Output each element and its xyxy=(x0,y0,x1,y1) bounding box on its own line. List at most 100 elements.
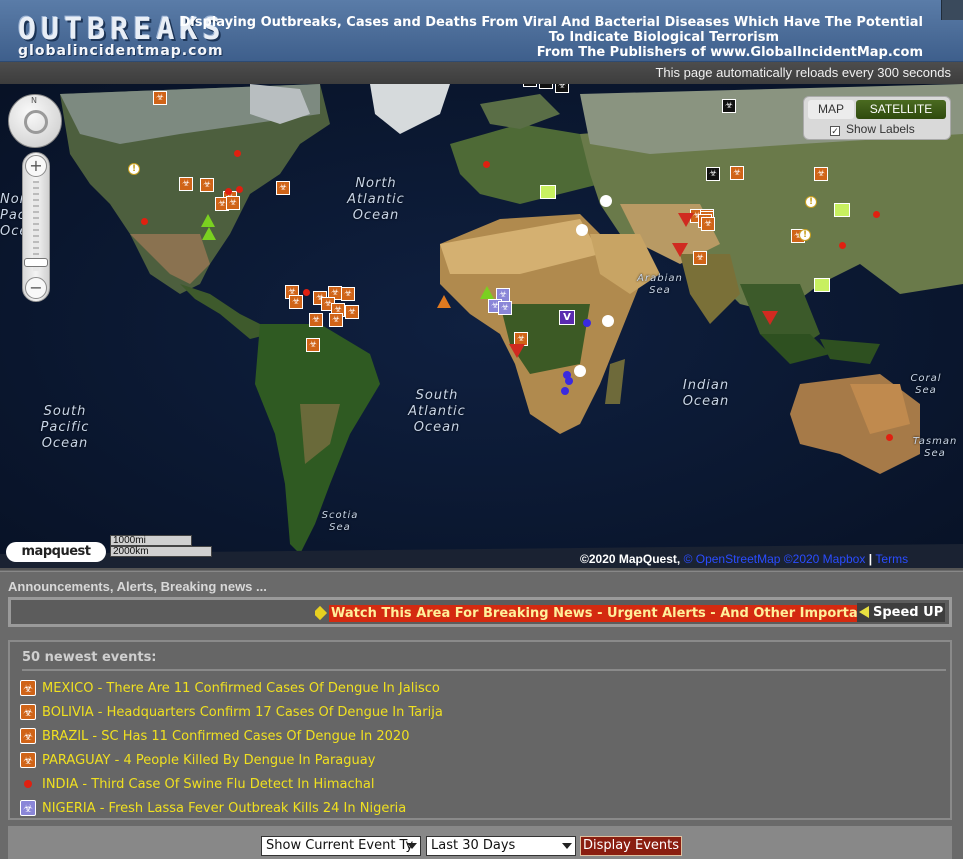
news-ticker[interactable]: Watch This Area For Breaking News - Urge… xyxy=(315,605,861,622)
purple-biohazard-marker-icon[interactable]: ☣ xyxy=(498,301,512,315)
biohazard-marker-icon[interactable]: ☣ xyxy=(306,338,320,352)
show-labels-checkbox[interactable]: ✓ xyxy=(830,126,840,136)
announcements-title: Announcements, Alerts, Breaking news ... xyxy=(8,579,267,594)
biohazard-marker-icon[interactable]: ☣ xyxy=(153,91,167,105)
white-dot-marker-icon[interactable] xyxy=(602,315,614,327)
triangle-marker-icon[interactable] xyxy=(202,227,216,240)
display-events-button[interactable]: Display Events xyxy=(580,836,682,856)
event-item[interactable]: ☣ NIGERIA - Fresh Lassa Fever Outbreak K… xyxy=(20,800,940,824)
white-dot-marker-icon[interactable] xyxy=(574,365,586,377)
red-dot-icon xyxy=(24,780,32,788)
compass-pan-control[interactable]: N xyxy=(8,94,62,148)
zoom-out-button[interactable]: − xyxy=(25,277,47,299)
biohazard-icon: ☣ xyxy=(20,728,36,744)
red-dot-marker-icon[interactable] xyxy=(886,434,893,441)
red-dot-marker-icon[interactable] xyxy=(234,150,241,157)
map-copyright: ©2020 MapQuest, © OpenStreetMap ©2020 Ma… xyxy=(580,552,908,566)
zoom-slider[interactable]: + − xyxy=(22,152,50,302)
blue-marker-icon[interactable] xyxy=(561,387,569,395)
chevron-down-icon xyxy=(562,843,572,849)
event-item[interactable]: ☣ BOLIVIA - Headquarters Confirm 17 Case… xyxy=(20,704,940,728)
satellite-imagery xyxy=(0,84,963,568)
corner-button[interactable] xyxy=(941,0,963,20)
red-dot-marker-icon[interactable] xyxy=(141,218,148,225)
biohazard-marker-icon[interactable]: ☣ xyxy=(200,178,214,192)
event-link[interactable]: PARAGUAY - 4 People Killed By Dengue In … xyxy=(42,752,375,770)
event-link[interactable]: BRAZIL - SC Has 11 Confirmed Cases Of De… xyxy=(42,728,409,746)
biohazard-icon: ☣ xyxy=(20,704,36,720)
down-triangle-marker-icon[interactable] xyxy=(672,243,688,257)
terms-link[interactable]: Terms xyxy=(875,552,908,566)
zoom-thumb[interactable] xyxy=(24,258,48,267)
biohazard-marker-icon[interactable]: ☣ xyxy=(289,295,303,309)
biohazard-marker-icon[interactable]: ☣ xyxy=(345,305,359,319)
speed-up-button[interactable]: Speed UP xyxy=(857,603,945,622)
event-link[interactable]: INDIA - Third Case Of Swine Flu Detect I… xyxy=(42,776,374,794)
biohazard-marker-icon[interactable]: ☣ xyxy=(309,313,323,327)
north-atlantic-label: North Atlantic Ocean xyxy=(347,176,405,223)
biohazard-marker-icon[interactable]: ☣ xyxy=(693,251,707,265)
biohazard-marker-icon[interactable]: ☣ xyxy=(276,181,290,195)
triangle-marker-icon[interactable] xyxy=(480,286,494,299)
red-dot-marker-icon[interactable] xyxy=(839,242,846,249)
biohazard-marker-icon[interactable]: ☣ xyxy=(730,166,744,180)
blue-marker-icon[interactable] xyxy=(565,377,573,385)
biohazard-marker-icon[interactable]: ☣ xyxy=(341,287,355,301)
event-link[interactable]: MEXICO - There Are 11 Confirmed Cases Of… xyxy=(42,680,440,698)
event-type-value: Show Current Event Ty xyxy=(266,838,414,853)
alert-marker-icon[interactable]: ! xyxy=(805,196,817,208)
alert-marker-icon[interactable]: ! xyxy=(799,229,811,241)
world-map[interactable]: North Atlantic Ocean South Atlantic Ocea… xyxy=(0,84,963,570)
violet-v-marker-icon[interactable]: V xyxy=(559,310,575,325)
event-item[interactable]: ☣ BRAZIL - SC Has 11 Confirmed Cases Of … xyxy=(20,728,940,752)
biohazard-marker-icon[interactable]: ☣ xyxy=(226,196,240,210)
green-biohazard-marker-icon[interactable] xyxy=(834,203,850,217)
triangle-marker-icon[interactable] xyxy=(201,214,215,227)
event-item[interactable]: INDIA - Third Case Of Swine Flu Detect I… xyxy=(20,776,940,800)
event-link[interactable]: BOLIVIA - Headquarters Confirm 17 Cases … xyxy=(42,704,443,722)
black-biohazard-marker-icon[interactable]: ☣ xyxy=(706,167,720,181)
reload-notice: This page automatically reloads every 30… xyxy=(0,62,963,84)
white-dot-marker-icon[interactable] xyxy=(600,195,612,207)
show-labels-toggle[interactable]: ✓ Show Labels xyxy=(830,121,950,137)
ticker-message[interactable]: Watch This Area For Breaking News - Urge… xyxy=(329,605,861,622)
green-biohazard-marker-icon[interactable] xyxy=(540,185,556,199)
down-triangle-marker-icon[interactable] xyxy=(509,344,525,358)
red-dot-marker-icon[interactable] xyxy=(483,161,490,168)
red-dot-marker-icon[interactable] xyxy=(236,186,243,193)
red-dot-marker-icon[interactable] xyxy=(225,188,232,195)
mapquest-logo[interactable]: mapquest xyxy=(6,542,106,562)
black-biohazard-marker-icon[interactable]: ☣ xyxy=(722,99,736,113)
biohazard-marker-icon[interactable]: ☣ xyxy=(814,167,828,181)
map-scale: 1000mi 2000km xyxy=(110,535,212,557)
down-triangle-marker-icon[interactable] xyxy=(762,311,778,325)
triangle-marker-icon[interactable] xyxy=(437,295,451,308)
red-dot-marker-icon[interactable] xyxy=(303,289,310,296)
event-type-select[interactable]: Show Current Event Ty xyxy=(261,836,421,856)
down-triangle-marker-icon[interactable] xyxy=(678,213,694,227)
alert-marker-icon[interactable]: ! xyxy=(128,163,140,175)
copyright-separator: | xyxy=(868,552,873,566)
biohazard-marker-icon[interactable]: ☣ xyxy=(701,217,715,231)
map-type-map-button[interactable]: MAP xyxy=(808,100,854,119)
green-biohazard-marker-icon[interactable] xyxy=(814,278,830,292)
biohazard-marker-icon[interactable]: ☣ xyxy=(329,313,343,327)
biohazard-icon: ☣ xyxy=(20,680,36,696)
rotate-icon xyxy=(24,110,48,134)
event-item[interactable]: ☣ PARAGUAY - 4 People Killed By Dengue I… xyxy=(20,752,940,776)
red-dot-marker-icon[interactable] xyxy=(873,211,880,218)
mapbox-link[interactable]: ©2020 Mapbox xyxy=(784,552,866,566)
blue-marker-icon[interactable] xyxy=(583,319,591,327)
black-biohazard-marker-icon[interactable]: ☣ xyxy=(523,84,537,87)
openstreetmap-link[interactable]: © OpenStreetMap xyxy=(684,552,781,566)
zoom-in-button[interactable]: + xyxy=(25,155,47,177)
black-biohazard-marker-icon[interactable]: ☣ xyxy=(555,84,569,93)
compass-north-label: N xyxy=(31,96,37,105)
period-select[interactable]: Last 30 Days xyxy=(426,836,576,856)
white-dot-marker-icon[interactable] xyxy=(576,224,588,236)
map-type-satellite-button[interactable]: SATELLITE xyxy=(856,100,946,119)
event-link[interactable]: NIGERIA - Fresh Lassa Fever Outbreak Kil… xyxy=(42,800,406,818)
biohazard-marker-icon[interactable]: ☣ xyxy=(179,177,193,191)
event-item[interactable]: ☣ MEXICO - There Are 11 Confirmed Cases … xyxy=(20,680,940,704)
black-biohazard-marker-icon[interactable]: ☣ xyxy=(539,84,553,89)
